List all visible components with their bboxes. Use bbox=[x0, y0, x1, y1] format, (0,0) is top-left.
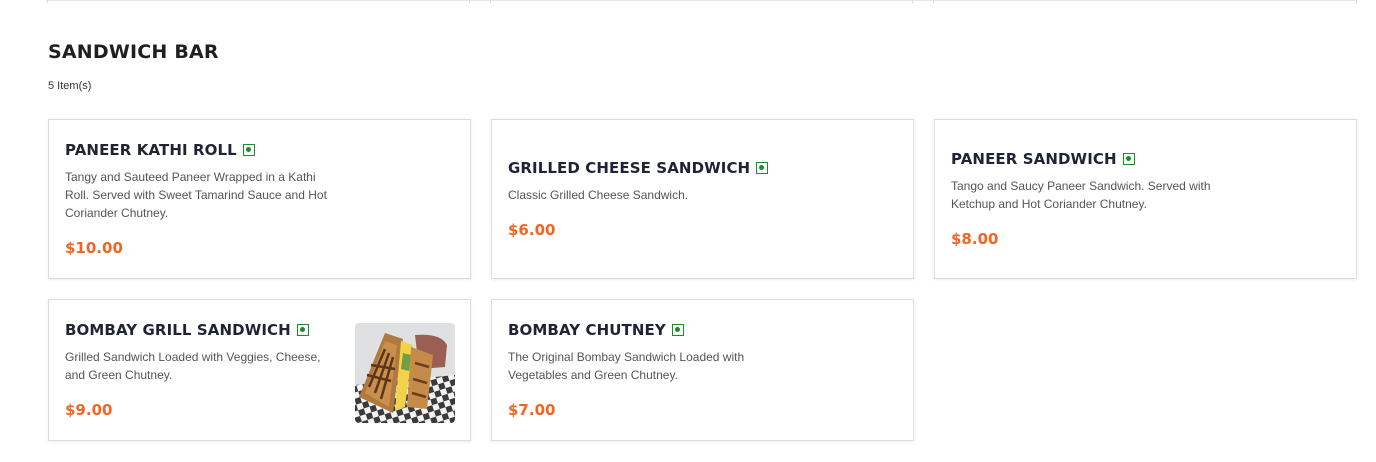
divider-tick bbox=[490, 0, 491, 3]
veg-icon bbox=[671, 324, 684, 336]
divider-tick bbox=[47, 0, 48, 3]
grilled-sandwich-photo[interactable] bbox=[355, 323, 455, 423]
section-title: SANDWICH BAR bbox=[48, 41, 219, 63]
item-name: BOMBAY CHUTNEY bbox=[508, 321, 666, 339]
item-description: Grilled Sandwich Loaded with Veggies, Ch… bbox=[65, 350, 321, 382]
menu-item-card[interactable]: PANEER SANDWICH Tango and Saucy Paneer S… bbox=[934, 119, 1357, 279]
item-title-row: BOMBAY CHUTNEY bbox=[508, 321, 897, 339]
menu-item-card[interactable]: PANEER KATHI ROLL Tangy and Sauteed Pane… bbox=[48, 119, 471, 279]
divider-tick bbox=[912, 0, 913, 3]
veg-icon bbox=[296, 324, 309, 336]
item-price: $10.00 bbox=[65, 239, 123, 257]
item-count: 5 Item(s) bbox=[48, 80, 92, 92]
item-name: GRILLED CHEESE SANDWICH bbox=[508, 159, 751, 177]
item-price: $7.00 bbox=[508, 401, 556, 419]
item-description: Classic Grilled Cheese Sandwich. bbox=[508, 188, 689, 202]
item-description: The Original Bombay Sandwich Loaded with… bbox=[508, 350, 745, 382]
veg-icon bbox=[242, 144, 255, 156]
veg-icon bbox=[1122, 153, 1135, 165]
item-name: BOMBAY GRILL SANDWICH bbox=[65, 321, 291, 339]
menu-item-card[interactable]: BOMBAY GRILL SANDWICH Grilled Sandwich L… bbox=[48, 299, 471, 441]
divider-tick bbox=[933, 0, 934, 3]
top-divider bbox=[47, 0, 1357, 3]
divider-tick bbox=[1356, 0, 1357, 3]
item-name: PANEER KATHI ROLL bbox=[65, 141, 237, 159]
item-title-row: GRILLED CHEESE SANDWICH bbox=[508, 159, 897, 177]
divider-tick bbox=[469, 0, 470, 3]
item-description: Tangy and Sauteed Paneer Wrapped in a Ka… bbox=[65, 170, 327, 220]
item-price: $6.00 bbox=[508, 221, 556, 239]
veg-icon bbox=[756, 162, 769, 174]
item-price: $8.00 bbox=[951, 230, 999, 248]
item-title-row: PANEER SANDWICH bbox=[951, 150, 1340, 168]
item-title-row: PANEER KATHI ROLL bbox=[65, 141, 454, 159]
menu-item-card[interactable]: GRILLED CHEESE SANDWICH Classic Grilled … bbox=[491, 119, 914, 279]
menu-item-card[interactable]: BOMBAY CHUTNEY The Original Bombay Sandw… bbox=[491, 299, 914, 441]
sandwich-image bbox=[355, 323, 455, 423]
item-description: Tango and Saucy Paneer Sandwich. Served … bbox=[951, 179, 1211, 211]
item-name: PANEER SANDWICH bbox=[951, 150, 1117, 168]
menu-items-grid: PANEER KATHI ROLL Tangy and Sauteed Pane… bbox=[48, 119, 1357, 441]
